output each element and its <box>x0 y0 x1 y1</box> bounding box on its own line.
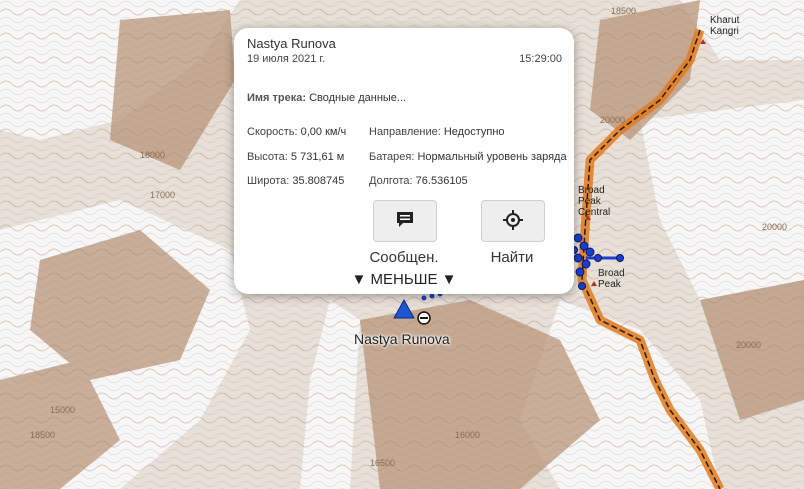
contour-label: 20000 <box>736 340 762 350</box>
contour-label: 20000 <box>600 115 626 125</box>
altitude-value: 5 731,61 м <box>290 151 345 163</box>
contour-label: 18500 <box>30 430 56 440</box>
find-button[interactable] <box>481 200 545 242</box>
contour-label: 18000 <box>140 150 166 160</box>
collapse-toggle[interactable]: ▼ МЕНЬШЕ ▼ <box>234 271 574 288</box>
speed-label: Скорость: <box>247 126 298 138</box>
contour-label: 18500 <box>611 6 637 16</box>
longitude-row: Долгота: 76.536105 <box>369 175 468 187</box>
popup-time: 15:29:00 <box>519 53 562 65</box>
contour-label: 15000 <box>50 405 76 415</box>
longitude-value: 76.536105 <box>415 175 468 187</box>
direction-label: Направление: <box>369 126 441 138</box>
message-icon <box>397 212 413 227</box>
latitude-value: 35.808745 <box>292 175 345 187</box>
crosshair-icon <box>503 210 523 230</box>
track-name-row: Имя трека: Сводные данные... <box>247 92 406 104</box>
track-name-value: Сводные данные... <box>309 92 407 104</box>
latitude-row: Широта: 35.808745 <box>247 175 344 187</box>
speed-value: 0,00 км/ч <box>300 126 347 138</box>
direction-row: Направление: Недоступно <box>369 126 505 138</box>
user-marker-label: Nastya Runova <box>354 331 450 347</box>
direction-value: Недоступно <box>443 126 505 138</box>
track-name-label: Имя трека: <box>247 92 307 104</box>
peak-label-kharut-kangri: Kharut Kangri <box>710 15 740 37</box>
latitude-label: Широта: <box>247 175 290 187</box>
peak-label-broad-peak: Broad Peak <box>598 268 625 290</box>
info-popup: Nastya Runova 19 июля 2021 г. 15:29:00 И… <box>234 28 574 294</box>
contour-label: 16000 <box>455 430 481 440</box>
battery-label: Батарея: <box>369 151 415 163</box>
contour-label: 16500 <box>370 458 396 468</box>
altitude-label: Высота: <box>247 151 288 163</box>
peak-label-broad-peak-central: Broad Peak Central <box>578 185 611 218</box>
message-button-label[interactable]: Сообщен. <box>354 249 454 266</box>
altitude-row: Высота: 5 731,61 м <box>247 151 344 163</box>
longitude-label: Долгота: <box>369 175 413 187</box>
popup-date: 19 июля 2021 г. <box>247 53 326 65</box>
contour-label: 20000 <box>762 222 788 232</box>
message-button[interactable] <box>373 200 437 242</box>
battery-row: Батарея: Нормальный уровень заряда <box>369 151 567 163</box>
find-button-label[interactable]: Найти <box>462 249 562 266</box>
speed-row: Скорость: 0,00 км/ч <box>247 126 346 138</box>
contour-label: 17000 <box>150 190 176 200</box>
popup-name: Nastya Runova <box>247 36 336 51</box>
battery-value: Нормальный уровень заряда <box>417 151 567 163</box>
